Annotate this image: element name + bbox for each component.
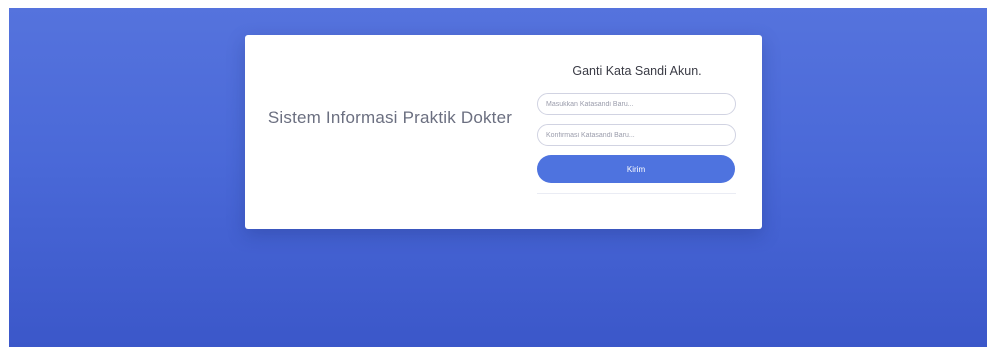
submit-button[interactable]: Kirim [537, 155, 735, 183]
new-password-input[interactable] [537, 93, 736, 115]
page-frame: Sistem Informasi Praktik Dokter Ganti Ka… [0, 0, 987, 347]
form-title: Ganti Kata Sandi Akun. [572, 64, 702, 78]
change-password-form: Ganti Kata Sandi Akun. Kirim [537, 35, 737, 229]
confirm-password-input[interactable] [537, 124, 736, 146]
app-brand-title: Sistem Informasi Praktik Dokter [267, 108, 513, 127]
change-password-card: Sistem Informasi Praktik Dokter Ganti Ka… [245, 35, 762, 229]
form-divider [537, 193, 736, 194]
